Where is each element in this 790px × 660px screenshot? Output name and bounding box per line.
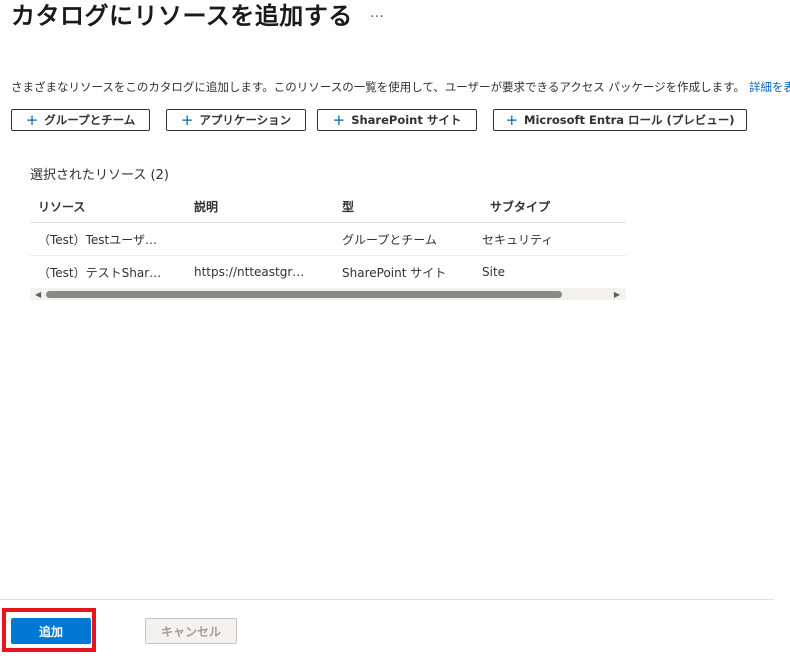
more-options-icon[interactable]: … — [370, 5, 385, 21]
table-header: リソース 説明 型 サブタイプ — [30, 190, 626, 223]
table-row[interactable]: （Test）テストShar… https://ntteastgr… ShareP… — [30, 256, 626, 288]
type-cell: グループとチーム — [342, 232, 437, 247]
column-header-type[interactable]: 型 — [342, 190, 482, 222]
button-label: SharePoint サイト — [351, 113, 462, 127]
column-header-resource[interactable]: リソース — [38, 190, 188, 222]
scroll-right-icon[interactable]: ▶ — [614, 288, 620, 300]
plus-icon: + — [505, 110, 519, 129]
scroll-left-icon[interactable]: ◀ — [35, 288, 41, 300]
description-cell — [194, 223, 334, 255]
button-label: グループとチーム — [44, 113, 136, 127]
plus-icon: + — [332, 110, 346, 129]
footer-divider — [0, 599, 774, 600]
learn-more-link[interactable]: 詳細を表示 — [749, 80, 790, 94]
type-cell: SharePoint サイト — [342, 265, 447, 280]
column-header-description[interactable]: 説明 — [194, 190, 334, 222]
description: さまざまなリソースをこのカタログに追加します。このリソースの一覧を使用して、ユー… — [11, 79, 790, 95]
subtype-cell: セキュリティ — [482, 232, 554, 247]
add-applications-button[interactable]: + アプリケーション — [166, 109, 306, 131]
description-text: さまざまなリソースをこのカタログに追加します。このリソースの一覧を使用して、ユー… — [11, 80, 746, 94]
add-sharepoint-sites-button[interactable]: + SharePoint サイト — [317, 109, 477, 131]
button-label: Microsoft Entra ロール (プレビュー) — [524, 113, 735, 127]
button-label: アプリケーション — [199, 113, 292, 127]
selected-resources-table: リソース 説明 型 サブタイプ （Test）Testユーザ… グループとチーム … — [30, 190, 626, 288]
page-title: カタログにリソースを追加する — [11, 2, 353, 30]
resource-cell: （Test）テストShar… — [38, 265, 162, 280]
selected-resources-label: 選択されたリソース (2) — [30, 168, 169, 183]
scrollbar-thumb[interactable] — [46, 291, 562, 298]
horizontal-scrollbar[interactable]: ◀ ▶ — [30, 288, 626, 300]
add-groups-teams-button[interactable]: + グループとチーム — [11, 109, 150, 131]
plus-icon: + — [25, 110, 39, 129]
description-cell: https://ntteastgr… — [194, 265, 305, 279]
add-entra-roles-button[interactable]: + Microsoft Entra ロール (プレビュー) — [493, 109, 747, 131]
cancel-button[interactable]: キャンセル — [145, 618, 237, 644]
add-button[interactable]: 追加 — [11, 618, 91, 644]
column-header-subtype[interactable]: サブタイプ — [490, 190, 610, 222]
subtype-cell: Site — [482, 265, 506, 279]
table-row[interactable]: （Test）Testユーザ… グループとチーム セキュリティ — [30, 223, 626, 256]
resource-cell: （Test）Testユーザ… — [38, 232, 158, 247]
plus-icon: + — [180, 110, 194, 129]
